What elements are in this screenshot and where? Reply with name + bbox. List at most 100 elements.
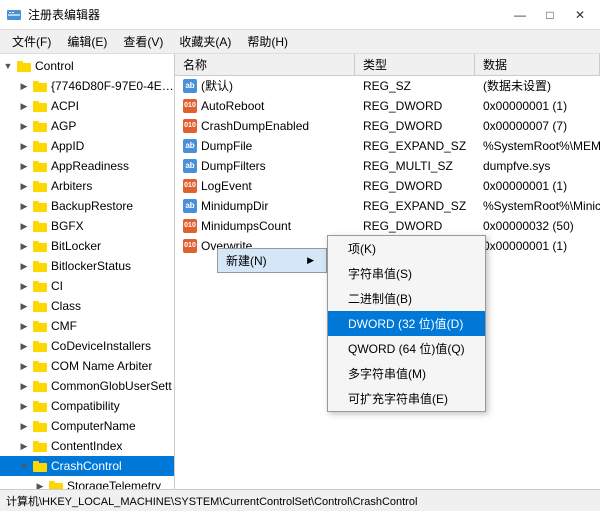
tree-expander-appid[interactable]: ▶	[16, 138, 32, 154]
tree-label-crashcontrol: CrashControl	[51, 459, 122, 473]
cell-name-6: abMinidumpDir	[175, 196, 355, 215]
tree-expander-computername[interactable]: ▶	[16, 418, 32, 434]
tree-item-item1[interactable]: ▶{7746D80F-97E0-4E26-...	[0, 76, 174, 96]
cell-name-4: abDumpFilters	[175, 156, 355, 175]
tree-expander-acpi[interactable]: ▶	[16, 98, 32, 114]
cell-data-4: dumpfve.sys	[475, 156, 600, 175]
window-title: 注册表编辑器	[28, 6, 100, 23]
tree-item-crashcontrol[interactable]: ▼ CrashControl	[0, 456, 174, 476]
tree-item-compatibility[interactable]: ▶Compatibility	[0, 396, 174, 416]
close-button[interactable]: ✕	[566, 4, 594, 26]
menu-item-h[interactable]: 帮助(H)	[239, 31, 296, 52]
reg-dword-icon: 010	[183, 119, 197, 133]
folder-icon-crashcontrol	[32, 458, 48, 474]
folder-icon-control-root	[16, 58, 32, 74]
tree-item-arbiters[interactable]: ▶Arbiters	[0, 176, 174, 196]
col-header-data[interactable]: 数据	[475, 54, 600, 75]
menu-item-f[interactable]: 文件(F)	[4, 31, 59, 52]
tree-item-bitlocker[interactable]: ▶BitLocker	[0, 236, 174, 256]
submenu: 项(K)字符串值(S)二进制值(B)DWORD (32 位)值(D)QWORD …	[327, 235, 486, 412]
tree-item-bgfx[interactable]: ▶BGFX	[0, 216, 174, 236]
tree-expander-compatibility[interactable]: ▶	[16, 398, 32, 414]
submenu-item-5[interactable]: 多字符串值(M)	[328, 361, 485, 386]
tree-item-agp[interactable]: ▶AGP	[0, 116, 174, 136]
tree-label-bitlockerstatus: BitlockerStatus	[51, 259, 131, 273]
menu-item-e[interactable]: 编辑(E)	[59, 31, 115, 52]
folder-icon-bitlockerstatus	[32, 258, 48, 274]
cell-type-1: REG_DWORD	[355, 96, 475, 115]
tree-expander-ci[interactable]: ▶	[16, 278, 32, 294]
reg-ab-icon: ab	[183, 139, 197, 153]
cell-data-0: (数据未设置)	[475, 76, 600, 95]
submenu-item-1[interactable]: 字符串值(S)	[328, 261, 485, 286]
table-row[interactable]: abDumpFileREG_EXPAND_SZ%SystemRoot%\MEM	[175, 136, 600, 156]
tree-item-cmf[interactable]: ▶CMF	[0, 316, 174, 336]
cell-name-2: 010CrashDumpEnabled	[175, 116, 355, 135]
table-row[interactable]: 010LogEventREG_DWORD0x00000001 (1)	[175, 176, 600, 196]
title-buttons: — □ ✕	[506, 4, 594, 26]
tree-expander-bitlocker[interactable]: ▶	[16, 238, 32, 254]
tree-expander-agp[interactable]: ▶	[16, 118, 32, 134]
cell-type-7: REG_DWORD	[355, 216, 475, 235]
folder-icon-arbiters	[32, 178, 48, 194]
tree-expander-storagetelemetry[interactable]: ▶	[32, 478, 48, 489]
table-row[interactable]: 010CrashDumpEnabledREG_DWORD0x00000007 (…	[175, 116, 600, 136]
cell-data-5: 0x00000001 (1)	[475, 176, 600, 195]
reg-dword-icon: 010	[183, 239, 197, 253]
col-header-name[interactable]: 名称	[175, 54, 355, 75]
tree-expander-class[interactable]: ▶	[16, 298, 32, 314]
tree-item-acpi[interactable]: ▶ACPI	[0, 96, 174, 116]
col-header-type[interactable]: 类型	[355, 54, 475, 75]
tree-expander-crashcontrol[interactable]: ▼	[16, 458, 32, 474]
tree-expander-cmf[interactable]: ▶	[16, 318, 32, 334]
tree-item-class[interactable]: ▶ Class	[0, 296, 174, 316]
table-row[interactable]: ab(默认)REG_SZ(数据未设置)	[175, 76, 600, 96]
main-content: ▼Control▶{7746D80F-97E0-4E26-...▶ACPI▶AG…	[0, 54, 600, 489]
folder-icon-cmf	[32, 318, 48, 334]
tree-expander-bgfx[interactable]: ▶	[16, 218, 32, 234]
tree-item-contentindex[interactable]: ▶ContentIndex	[0, 436, 174, 456]
tree-item-appreadiness[interactable]: ▶AppReadiness	[0, 156, 174, 176]
table-row[interactable]: 010AutoRebootREG_DWORD0x00000001 (1)	[175, 96, 600, 116]
tree-item-ci[interactable]: ▶CI	[0, 276, 174, 296]
tree-item-comnamearbiter[interactable]: ▶COM Name Arbiter	[0, 356, 174, 376]
table-row[interactable]: abMinidumpDirREG_EXPAND_SZ%SystemRoot%\M…	[175, 196, 600, 216]
submenu-item-6[interactable]: 可扩充字符串值(E)	[328, 386, 485, 411]
tree-expander-arbiters[interactable]: ▶	[16, 178, 32, 194]
minimize-button[interactable]: —	[506, 4, 534, 26]
tree-expander-appreadiness[interactable]: ▶	[16, 158, 32, 174]
folder-icon-commonglobusersett	[32, 378, 48, 394]
tree-expander-commonglobusersett[interactable]: ▶	[16, 378, 32, 394]
folder-icon-bitlocker	[32, 238, 48, 254]
table-row[interactable]: abDumpFiltersREG_MULTI_SZdumpfve.sys	[175, 156, 600, 176]
cell-name-7: 010MinidumpsCount	[175, 216, 355, 235]
submenu-item-4[interactable]: QWORD (64 位)值(Q)	[328, 336, 485, 361]
submenu-item-3[interactable]: DWORD (32 位)值(D)	[328, 311, 485, 336]
tree-item-computername[interactable]: ▶ComputerName	[0, 416, 174, 436]
submenu-item-0[interactable]: 项(K)	[328, 236, 485, 261]
tree-expander-backuprestore[interactable]: ▶	[16, 198, 32, 214]
folder-icon-compatibility	[32, 398, 48, 414]
tree-item-bitlockerstatus[interactable]: ▶ BitlockerStatus	[0, 256, 174, 276]
menu-item-a[interactable]: 收藏夹(A)	[171, 31, 239, 52]
tree-expander-control-root[interactable]: ▼	[0, 58, 16, 74]
tree-expander-comnamearbiter[interactable]: ▶	[16, 358, 32, 374]
tree-expander-item1[interactable]: ▶	[16, 78, 32, 94]
tree-panel[interactable]: ▼Control▶{7746D80F-97E0-4E26-...▶ACPI▶AG…	[0, 54, 175, 489]
tree-item-storagetelemetry[interactable]: ▶StorageTelemetry	[0, 476, 174, 489]
submenu-item-2[interactable]: 二进制值(B)	[328, 286, 485, 311]
tree-expander-bitlockerstatus[interactable]: ▶	[16, 258, 32, 274]
menu-item-v[interactable]: 查看(V)	[115, 31, 171, 52]
tree-item-appid[interactable]: ▶AppID	[0, 136, 174, 156]
tree-item-backuprestore[interactable]: ▶BackupRestore	[0, 196, 174, 216]
tree-item-codeviceinstallers[interactable]: ▶CoDeviceInstallers	[0, 336, 174, 356]
tree-item-commonglobusersett[interactable]: ▶CommonGlobUserSett	[0, 376, 174, 396]
tree-label-class: Class	[51, 299, 81, 313]
tree-expander-codeviceinstallers[interactable]: ▶	[16, 338, 32, 354]
tree-item-control-root[interactable]: ▼Control	[0, 56, 174, 76]
status-text: 计算机\HKEY_LOCAL_MACHINE\SYSTEM\CurrentCon…	[6, 493, 417, 509]
maximize-button[interactable]: □	[536, 4, 564, 26]
folder-icon-item1	[32, 78, 48, 94]
table-row[interactable]: 010MinidumpsCountREG_DWORD0x00000032 (50…	[175, 216, 600, 236]
tree-expander-contentindex[interactable]: ▶	[16, 438, 32, 454]
